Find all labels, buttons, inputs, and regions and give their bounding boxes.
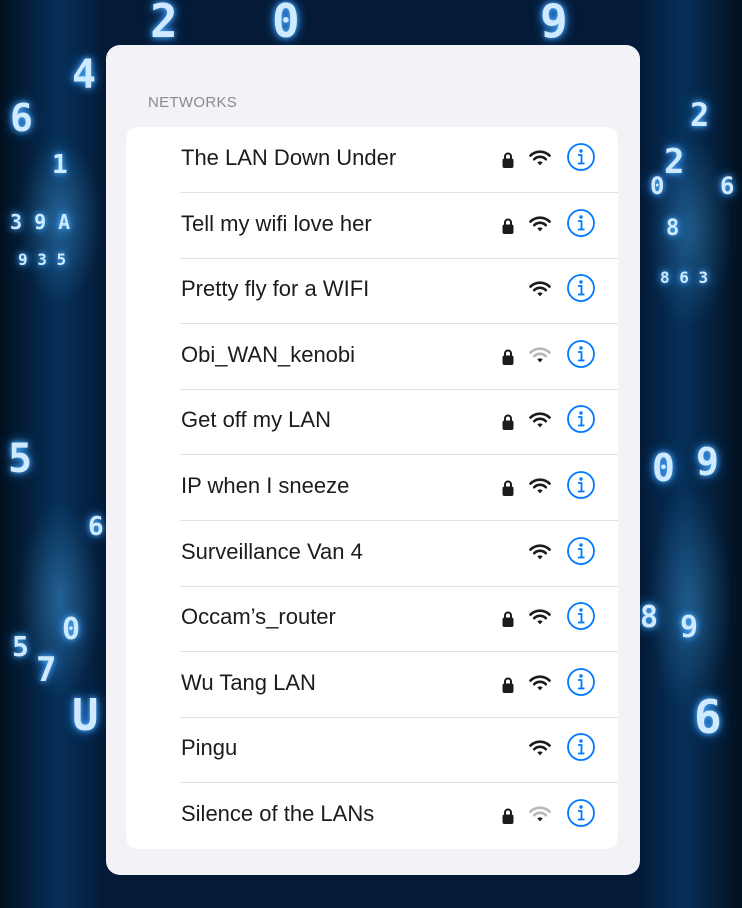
lock-icon bbox=[501, 217, 515, 235]
network-row[interactable]: Obi_WAN_kenobi bbox=[126, 324, 618, 390]
wifi-icon bbox=[529, 674, 551, 692]
network-row[interactable]: Get off my LAN bbox=[126, 389, 618, 456]
network-row[interactable]: Surveillance Van 4 bbox=[126, 521, 618, 587]
lock-icon bbox=[501, 676, 515, 694]
info-icon[interactable] bbox=[566, 404, 596, 434]
lock-icon bbox=[501, 479, 515, 497]
network-row[interactable]: IP when I sneeze bbox=[126, 455, 618, 521]
wifi-icon bbox=[529, 346, 551, 364]
network-row[interactable]: Pingu bbox=[126, 717, 618, 784]
network-row[interactable]: Occam’s_router bbox=[126, 586, 618, 653]
network-list: The LAN Down Under Tell my wifi love her P… bbox=[126, 127, 618, 849]
network-name: Pretty fly for a WIFI bbox=[181, 276, 370, 302]
info-icon[interactable] bbox=[566, 601, 596, 631]
lock-icon bbox=[501, 348, 515, 366]
network-name: Obi_WAN_kenobi bbox=[181, 341, 356, 367]
wifi-icon bbox=[529, 215, 551, 233]
network-name: Tell my wifi love her bbox=[181, 210, 372, 236]
wifi-icon bbox=[529, 411, 551, 429]
info-icon[interactable] bbox=[566, 732, 596, 762]
network-name: Silence of the LANs bbox=[181, 801, 375, 826]
info-icon[interactable] bbox=[566, 667, 596, 697]
network-row[interactable]: The LAN Down Under bbox=[126, 127, 618, 193]
info-icon[interactable] bbox=[566, 798, 596, 828]
lock-icon bbox=[501, 610, 515, 628]
network-name: Get off my LAN bbox=[181, 407, 331, 433]
lock-icon bbox=[501, 151, 515, 169]
network-row[interactable]: Silence of the LANs bbox=[126, 783, 618, 849]
network-name: The LAN Down Under bbox=[181, 145, 397, 170]
wifi-icon bbox=[529, 543, 551, 561]
wifi-networks-panel: NETWORKS The LAN Down Under Tell my wifi … bbox=[106, 45, 640, 875]
wifi-icon bbox=[529, 608, 551, 626]
network-name: Surveillance Van 4 bbox=[181, 538, 363, 564]
networks-section-header: NETWORKS bbox=[148, 94, 238, 111]
info-icon[interactable] bbox=[566, 536, 596, 566]
info-icon[interactable] bbox=[566, 208, 596, 238]
network-row[interactable]: Tell my wifi love her bbox=[126, 193, 618, 259]
wifi-icon bbox=[529, 477, 551, 495]
network-name: Pingu bbox=[181, 735, 238, 761]
wifi-icon bbox=[529, 805, 551, 823]
lock-icon bbox=[501, 807, 515, 825]
info-icon[interactable] bbox=[566, 339, 596, 369]
network-row[interactable]: Pretty fly for a WIFI bbox=[126, 258, 618, 325]
lock-icon bbox=[501, 413, 515, 431]
info-icon[interactable] bbox=[566, 470, 596, 500]
wifi-icon bbox=[529, 739, 551, 757]
wifi-icon bbox=[529, 149, 551, 167]
network-name: IP when I sneeze bbox=[181, 473, 350, 498]
network-row[interactable]: Wu Tang LAN bbox=[126, 652, 618, 718]
network-name: Occam’s_router bbox=[181, 604, 336, 630]
info-icon[interactable] bbox=[566, 142, 596, 172]
network-name: Wu Tang LAN bbox=[181, 669, 316, 695]
wifi-icon bbox=[529, 280, 551, 298]
info-icon[interactable] bbox=[566, 273, 596, 303]
